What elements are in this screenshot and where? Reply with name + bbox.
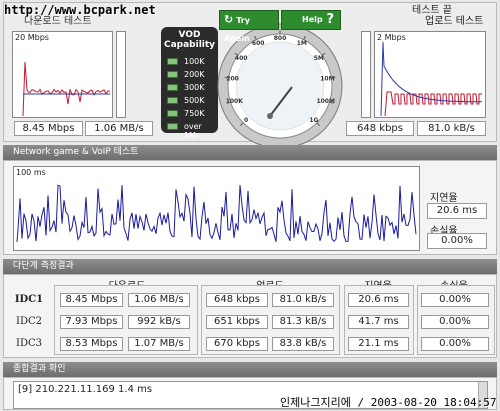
upload-kbs-value: 81.0 kB/s [417, 121, 486, 136]
gauge-tick-mark [331, 76, 336, 79]
footer-caption: 인제나그지리에 / 2003-08-20 18:04:57 [280, 396, 497, 409]
gauge-tick-label: 600 [252, 40, 265, 47]
vod-led [167, 71, 178, 78]
latency-label: 지연율 [430, 193, 458, 204]
watermark-text: http://www.bcpark.net [4, 3, 156, 17]
idc2-dl-mbps: 7.93 Mbps [60, 315, 123, 329]
loss-value: 0.00% [427, 233, 487, 249]
gauge-tick-label: 200 [226, 76, 239, 83]
vod-led [167, 123, 178, 130]
gauge-hub [267, 113, 273, 119]
download-level-bar [116, 31, 126, 118]
help-icon: ? [326, 12, 334, 27]
vod-led [167, 58, 178, 65]
row-label-idc2: IDC2 [16, 316, 42, 327]
vod-led [167, 84, 178, 91]
idc2-latency: 41.7 ms [348, 315, 409, 329]
network-latency-chart: 100 ms [13, 166, 420, 251]
help-label: Help [302, 15, 323, 24]
idc2-ul-kbps: 651 kbps [206, 315, 268, 329]
upload-burst-line [384, 91, 482, 117]
vod-led [167, 110, 178, 117]
network-latency-line [16, 184, 417, 243]
refresh-icon: ↻ [224, 13, 234, 26]
download-rate-line [22, 61, 110, 117]
gauge-tick-label: 100K [226, 98, 244, 105]
idc1-dl-mbps: 8.45 Mbps [60, 293, 123, 307]
idc3-dl-mbps: 8.53 Mbps [60, 337, 123, 351]
gauge-tick-label: 400 [235, 55, 248, 62]
idc1-dl-mbs: 1.06 MB/s [128, 293, 190, 307]
latency-value: 20.6 ms [427, 203, 487, 219]
idc3-latency: 21.1 ms [348, 337, 409, 351]
idc3-ul-kbps: 670 kbps [206, 337, 268, 351]
idc2-loss: 0.00% [421, 315, 489, 329]
idc1-loss: 0.00% [421, 293, 489, 307]
idc3-loss: 0.00% [421, 337, 489, 351]
gauge-tick-label: 5M [314, 55, 324, 62]
gauge-tick-label: 0 [244, 117, 248, 124]
row-label-idc3: IDC3 [16, 338, 42, 349]
gauge-tick-mark [224, 76, 229, 79]
summary-result-line: [9] 210.221.11.169 1.4 ms [18, 384, 153, 395]
idc2-ul-kbs: 81.3 kB/s [272, 315, 334, 329]
upload-chart: 2 Mbps [374, 31, 486, 118]
vod-led [167, 97, 178, 104]
idc3-ul-kbs: 83.8 kB/s [272, 337, 334, 351]
help-button[interactable]: Help ? [281, 10, 341, 30]
idc3-dl-mbs: 1.07 MB/s [128, 337, 190, 351]
vod-title: VOD Capability [161, 30, 218, 50]
vod-title-line2: Capability [163, 40, 216, 50]
upload-level-bar [361, 31, 371, 118]
multi-stage-section-header: 다단계 측정결과 [3, 259, 497, 274]
download-mbs-value: 1.06 MB/s [85, 121, 153, 136]
gauge-tick-label: 1M [297, 40, 307, 47]
idc1-ul-kbps: 648 kbps [206, 293, 268, 307]
idc1-latency: 20.6 ms [348, 293, 409, 307]
upload-title: 업로드 테스트 [425, 16, 484, 27]
try-again-button[interactable]: ↻ Try Again [219, 10, 279, 43]
gauge-tick-label: 10M [320, 76, 334, 83]
gauge-tick-label: 100M [316, 98, 335, 105]
summary-section-header: 종합결과 확인 [3, 362, 497, 377]
download-chart: 20 Mbps [12, 31, 113, 118]
network-section-header: Network game & VoIP 테스트 [3, 145, 497, 160]
download-mbps-value: 8.45 Mbps [14, 121, 83, 136]
upload-kbps-value: 648 kbps [346, 121, 414, 136]
gauge-tick-label: 800 [274, 35, 287, 42]
row-label-idc1: IDC1 [14, 294, 44, 305]
upload-rate-line [380, 41, 482, 117]
idc1-ul-kbs: 81.0 kB/s [272, 293, 334, 307]
vod-title-line1: VOD [178, 30, 201, 40]
idc2-dl-mbs: 992 kB/s [128, 315, 190, 329]
